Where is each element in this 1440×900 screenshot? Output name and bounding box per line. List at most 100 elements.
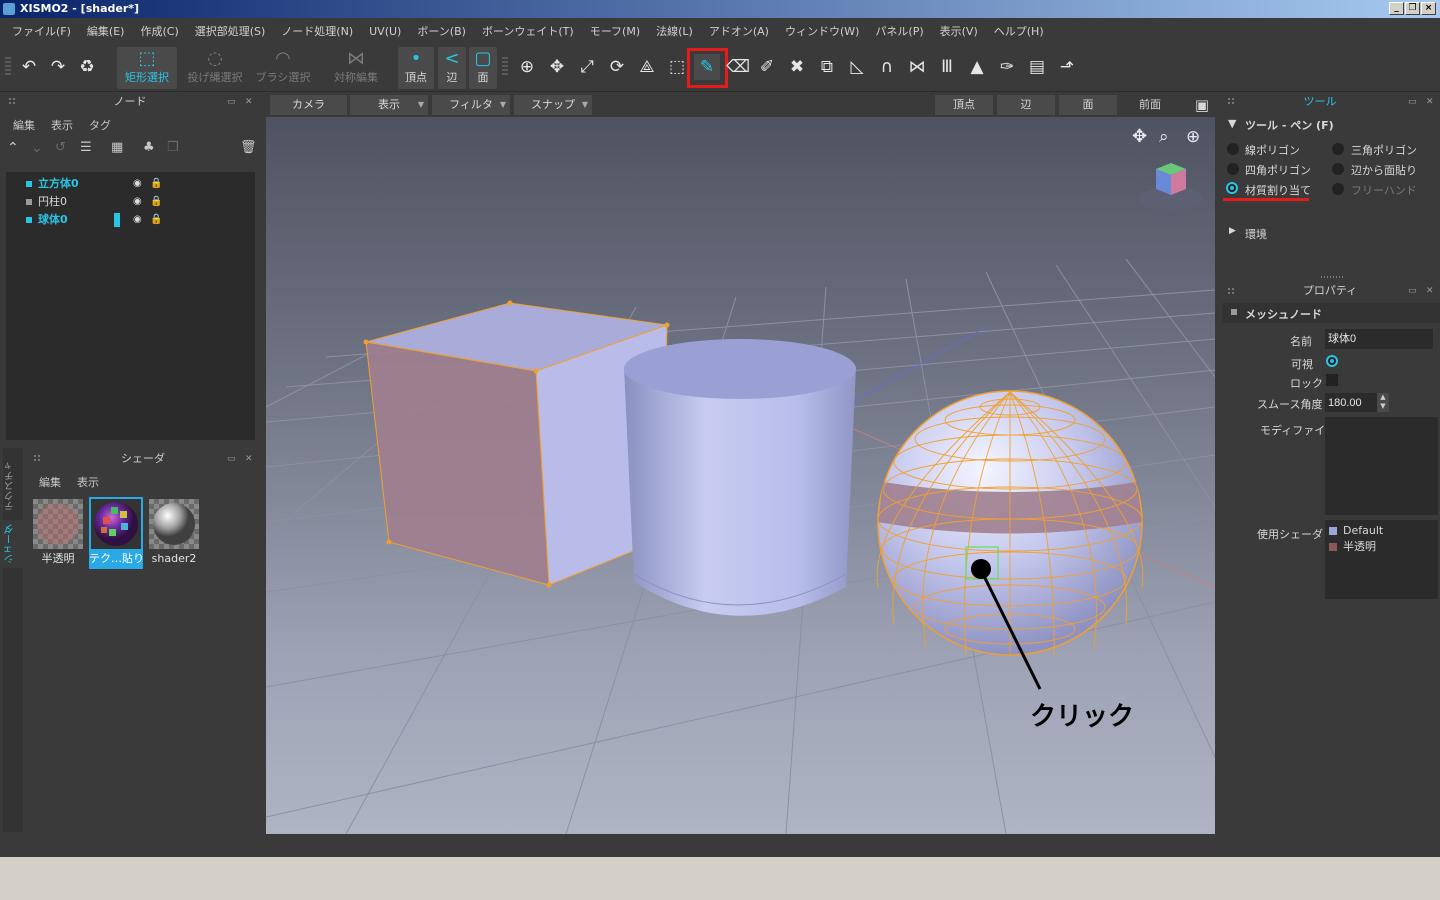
eye-icon[interactable]: ◉ — [133, 211, 142, 229]
node-menu-edit[interactable]: 編集 — [13, 117, 35, 133]
eraser-icon[interactable]: ⌫ — [725, 54, 751, 80]
node-menu-tag[interactable]: タグ — [89, 117, 111, 133]
bag-icon[interactable]: ▲ — [964, 54, 990, 80]
menu-help[interactable]: ヘルプ(H) — [986, 23, 1052, 39]
radio-edge-to-face[interactable] — [1332, 163, 1344, 175]
menu-addon[interactable]: アドオン(A) — [701, 23, 777, 39]
cube-icon[interactable]: ❒ — [167, 140, 179, 155]
film-icon[interactable]: ▤ — [1024, 54, 1050, 80]
move-icon[interactable]: ✥ — [544, 54, 570, 80]
zoom-icon[interactable]: ⌕ — [1159, 127, 1169, 147]
face-mode-button[interactable]: ▢ 面 — [469, 47, 497, 89]
axis-icon[interactable]: ⟁ — [634, 54, 660, 80]
viewport-edge-button[interactable]: 辺 — [997, 95, 1055, 115]
pan-icon[interactable]: ✥ — [1132, 126, 1147, 147]
snap-menu[interactable]: スナップ ▼ — [514, 95, 592, 115]
name-field[interactable] — [1325, 329, 1433, 349]
env-section-title[interactable]: 環境 — [1245, 226, 1267, 242]
viewport-vertex-button[interactable]: 頂点 — [935, 95, 993, 115]
toolbar-grip[interactable] — [5, 57, 11, 77]
view-cube[interactable] — [1139, 163, 1203, 211]
tree-node-sphere[interactable]: 球体0 ◉ 🔒 — [26, 211, 162, 229]
trash-icon[interactable]: 🗑 — [240, 140, 257, 155]
node-panel-grip[interactable] — [8, 97, 16, 105]
lock-checkbox[interactable] — [1326, 374, 1338, 386]
tree-node-cube[interactable]: 立方体0 ◉ 🔒 — [26, 175, 162, 193]
menu-bone[interactable]: ボーン(B) — [409, 23, 474, 39]
lock-icon[interactable]: 🔒 — [150, 211, 162, 229]
paint-icon[interactable]: ✑ — [994, 54, 1020, 80]
radio-material-assign[interactable] — [1226, 182, 1238, 194]
hierarchy-icon[interactable]: ☰ — [80, 140, 92, 155]
redo-icon[interactable]: ↷ — [45, 54, 71, 80]
viewport-layout-icon[interactable]: ▣ — [1191, 95, 1213, 115]
lasso-select-button[interactable]: ◌ 投げ縄選択 — [183, 47, 247, 89]
panel-splitter[interactable] — [1321, 276, 1345, 278]
visible-toggle[interactable] — [1326, 355, 1338, 367]
menu-selection[interactable]: 選択部処理(S) — [187, 23, 274, 39]
radio-freehand[interactable] — [1332, 183, 1344, 195]
move-up-icon[interactable]: ⌃ — [7, 140, 19, 156]
view-menu[interactable]: 表示 ▼ — [350, 95, 428, 115]
node-menu-view[interactable]: 表示 — [51, 117, 73, 133]
tool-panel-grip[interactable] — [1227, 97, 1235, 105]
uv-icon[interactable]: Ⅲ — [934, 54, 960, 80]
radio-triangle-polygon[interactable] — [1332, 143, 1344, 155]
view-front-label[interactable]: 前面 — [1121, 95, 1179, 115]
shader-thumb-translucent[interactable]: 半透明 — [31, 497, 85, 569]
extrude-icon[interactable]: ⧉ — [814, 54, 840, 80]
property-panel-grip[interactable] — [1227, 287, 1235, 295]
menu-morph[interactable]: モーフ(M) — [582, 23, 648, 39]
smooth-angle-field[interactable] — [1325, 393, 1377, 412]
shader-thumb-texture[interactable]: テク…貼り — [89, 497, 143, 569]
tab-shader[interactable]: シェーダ — [3, 520, 23, 568]
restore-button[interactable]: ❐ — [1405, 2, 1420, 15]
scale-icon[interactable]: ⤢ — [574, 54, 600, 80]
filter-menu[interactable]: フィルタ ▼ — [432, 95, 510, 115]
globe-icon[interactable]: ⊕ — [514, 54, 540, 80]
grid-icon[interactable]: ▦ — [111, 140, 123, 155]
used-shader-translucent[interactable]: 半透明 — [1329, 540, 1376, 554]
used-shader-default[interactable]: Default — [1329, 524, 1383, 538]
camera-menu[interactable]: カメラ — [270, 95, 347, 115]
orbit-icon[interactable]: ⊕ — [1186, 127, 1200, 147]
lock-icon[interactable]: 🔒 — [150, 175, 162, 193]
lock-icon[interactable]: 🔒 — [150, 193, 162, 211]
reset-icon[interactable]: ↺ — [55, 140, 66, 155]
radio-quad-polygon[interactable] — [1227, 163, 1239, 175]
3d-viewport[interactable]: クリック ✥ ⌕ ⊕ — [266, 117, 1215, 834]
edit-shape-icon[interactable]: ⬏ — [1054, 54, 1080, 80]
property-panel-close[interactable]: ✕ — [1426, 286, 1434, 296]
shader-panel-minimize[interactable]: ▭ — [227, 454, 236, 464]
radio-line-polygon[interactable] — [1227, 143, 1239, 155]
shader-panel-close[interactable]: ✕ — [245, 454, 253, 464]
close-button[interactable]: × — [1421, 2, 1436, 15]
group-icon[interactable]: ♣ — [143, 140, 155, 155]
menu-panel[interactable]: パネル(P) — [867, 23, 931, 39]
move-down-icon[interactable]: ⌄ — [31, 140, 43, 156]
tree-node-cylinder[interactable]: 円柱0 ◉ 🔒 — [26, 193, 162, 211]
menu-file[interactable]: ファイル(F) — [4, 23, 79, 39]
rect-select-button[interactable]: ⬚ 矩形選択 — [117, 47, 177, 89]
brush-select-button[interactable]: ◠ ブラシ選択 — [253, 47, 313, 89]
menu-node[interactable]: ノード処理(N) — [273, 23, 361, 39]
shader-menu-view[interactable]: 表示 — [77, 474, 99, 490]
modifier-list[interactable] — [1325, 417, 1438, 515]
rotate-icon[interactable]: ⟳ — [604, 54, 630, 80]
toolbar-grip-2[interactable] — [502, 57, 508, 77]
node-panel-minimize[interactable]: ▭ — [227, 97, 236, 107]
node-panel-close[interactable]: ✕ — [245, 97, 253, 107]
tool-panel-minimize[interactable]: ▭ — [1408, 97, 1417, 107]
tool-panel-close[interactable]: ✕ — [1426, 97, 1434, 107]
cube-mesh[interactable] — [363, 300, 670, 588]
eye-icon[interactable]: ◉ — [133, 193, 142, 211]
menu-create[interactable]: 作成(C) — [132, 23, 186, 39]
bevel-icon[interactable]: ◺ — [844, 54, 870, 80]
menu-bone-weight[interactable]: ボーンウェイト(T) — [474, 23, 582, 39]
tool-section-expand-icon[interactable]: ▼ — [1228, 117, 1236, 130]
vertex-mode-button[interactable]: • 頂点 — [398, 47, 434, 89]
shader-thumb-shader2[interactable]: shader2 — [147, 497, 201, 569]
edge-mode-button[interactable]: < 辺 — [438, 47, 466, 89]
tab-texture[interactable]: テクスチャ — [3, 454, 23, 518]
recycle-icon[interactable]: ♻ — [74, 54, 100, 80]
